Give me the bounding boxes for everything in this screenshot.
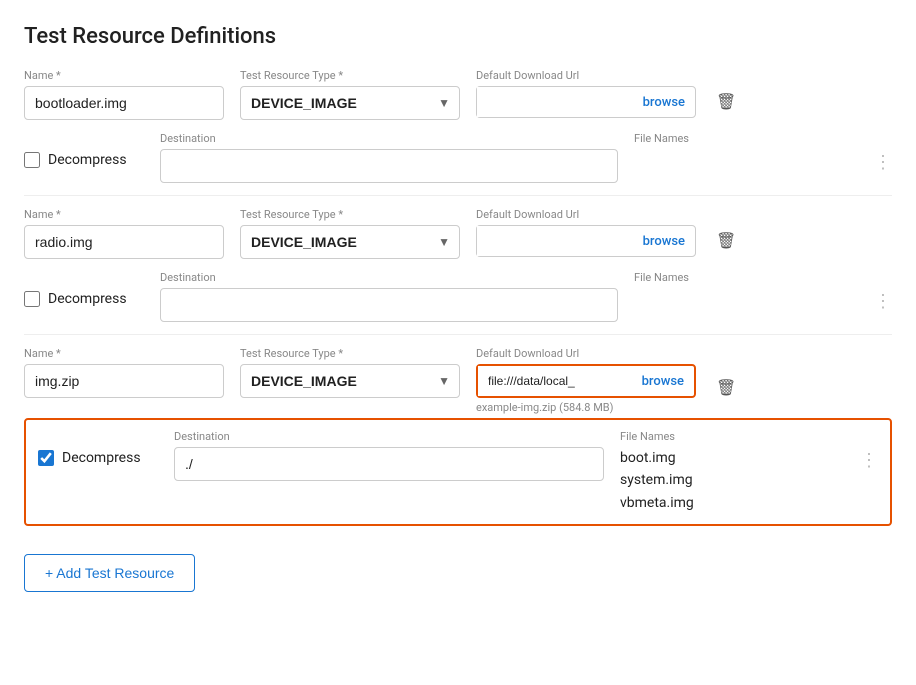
decompress-row-2: Decompress Destination File Names ⋮ bbox=[24, 263, 892, 335]
decompress-checkbox-2[interactable] bbox=[24, 291, 40, 307]
decompress-check-3: Decompress bbox=[38, 450, 158, 466]
destination-group-2: Destination bbox=[160, 271, 618, 322]
type-select-2[interactable]: DEVICE_IMAGE bbox=[240, 225, 460, 259]
decompress-label-3: Decompress bbox=[62, 450, 141, 466]
delete-button-2[interactable]: 🗑 bbox=[712, 223, 740, 259]
filenames-label-3: File Names bbox=[620, 430, 840, 443]
type-select-1[interactable]: DEVICE_IMAGE bbox=[240, 86, 460, 120]
resource-section-1: Name * Test Resource Type * DEVICE_IMAGE… bbox=[24, 69, 892, 196]
browse-link-3[interactable]: browse bbox=[632, 374, 694, 389]
decompress-row-3: Decompress Destination File Names boot.i… bbox=[24, 418, 892, 526]
filenames-label-2: File Names bbox=[634, 271, 854, 284]
scroll-indicator-3: ⋮ bbox=[856, 450, 878, 471]
url-input-2[interactable] bbox=[477, 226, 633, 256]
decompress-label-1: Decompress bbox=[48, 152, 127, 168]
destination-input-2[interactable] bbox=[160, 288, 618, 322]
url-hint-3: example-img.zip (584.8 MB) bbox=[476, 401, 696, 414]
filename-item: vbmeta.img bbox=[620, 492, 840, 514]
type-label-1: Test Resource Type * bbox=[240, 69, 460, 82]
destination-label-1: Destination bbox=[160, 132, 618, 145]
name-group-3: Name * bbox=[24, 347, 224, 398]
resource-row-1: Name * Test Resource Type * DEVICE_IMAGE… bbox=[24, 69, 892, 120]
resource-section-3: Name * Test Resource Type * DEVICE_IMAGE… bbox=[24, 347, 892, 526]
name-label-3: Name * bbox=[24, 347, 224, 360]
resources-container: Name * Test Resource Type * DEVICE_IMAGE… bbox=[24, 69, 892, 526]
delete-button-1[interactable]: 🗑 bbox=[712, 84, 740, 120]
decompress-check-2: Decompress bbox=[24, 291, 144, 307]
type-label-2: Test Resource Type * bbox=[240, 208, 460, 221]
name-group-1: Name * bbox=[24, 69, 224, 120]
decompress-row-1: Decompress Destination File Names ⋮ bbox=[24, 124, 892, 196]
type-select-3[interactable]: DEVICE_IMAGE bbox=[240, 364, 460, 398]
add-test-resource-button[interactable]: + Add Test Resource bbox=[24, 554, 195, 592]
page-title: Test Resource Definitions bbox=[24, 24, 892, 49]
decompress-checkbox-1[interactable] bbox=[24, 152, 40, 168]
filenames-group-3: File Names boot.imgsystem.imgvbmeta.img bbox=[620, 430, 840, 514]
url-label-2: Default Download Url bbox=[476, 208, 696, 221]
url-wrapper-2: browse bbox=[476, 225, 696, 257]
filename-item: boot.img bbox=[620, 447, 840, 469]
name-input-1[interactable] bbox=[24, 86, 224, 120]
name-input-2[interactable] bbox=[24, 225, 224, 259]
url-group-1: Default Download Url browse bbox=[476, 69, 696, 118]
destination-input-3[interactable] bbox=[174, 447, 604, 481]
resource-section-2: Name * Test Resource Type * DEVICE_IMAGE… bbox=[24, 208, 892, 335]
delete-button-3[interactable]: 🗑 bbox=[712, 370, 740, 406]
destination-group-1: Destination bbox=[160, 132, 618, 183]
filenames-group-1: File Names bbox=[634, 132, 854, 149]
destination-label-2: Destination bbox=[160, 271, 618, 284]
name-label-2: Name * bbox=[24, 208, 224, 221]
url-label-1: Default Download Url bbox=[476, 69, 696, 82]
url-group-2: Default Download Url browse bbox=[476, 208, 696, 257]
type-group-2: Test Resource Type * DEVICE_IMAGE ▼ bbox=[240, 208, 460, 259]
url-input-3[interactable] bbox=[478, 366, 632, 396]
destination-label-3: Destination bbox=[174, 430, 604, 443]
name-input-3[interactable] bbox=[24, 364, 224, 398]
destination-group-3: Destination bbox=[174, 430, 604, 481]
scroll-indicator-2: ⋮ bbox=[870, 291, 892, 312]
filenames-list-3: boot.imgsystem.imgvbmeta.img bbox=[620, 447, 840, 514]
destination-input-1[interactable] bbox=[160, 149, 618, 183]
browse-link-1[interactable]: browse bbox=[633, 95, 695, 110]
url-group-3: Default Download Url browse example-img.… bbox=[476, 347, 696, 414]
url-wrapper-1: browse bbox=[476, 86, 696, 118]
type-group-1: Test Resource Type * DEVICE_IMAGE ▼ bbox=[240, 69, 460, 120]
url-wrapper-3: browse bbox=[476, 364, 696, 398]
type-label-3: Test Resource Type * bbox=[240, 347, 460, 360]
resource-row-3: Name * Test Resource Type * DEVICE_IMAGE… bbox=[24, 347, 892, 414]
url-label-3: Default Download Url bbox=[476, 347, 696, 360]
name-group-2: Name * bbox=[24, 208, 224, 259]
decompress-checkbox-3[interactable] bbox=[38, 450, 54, 466]
type-group-3: Test Resource Type * DEVICE_IMAGE ▼ bbox=[240, 347, 460, 398]
filename-item: system.img bbox=[620, 469, 840, 491]
filenames-group-2: File Names bbox=[634, 271, 854, 288]
resource-row-2: Name * Test Resource Type * DEVICE_IMAGE… bbox=[24, 208, 892, 259]
url-input-1[interactable] bbox=[477, 87, 633, 117]
browse-link-2[interactable]: browse bbox=[633, 234, 695, 249]
filenames-label-1: File Names bbox=[634, 132, 854, 145]
decompress-check-1: Decompress bbox=[24, 152, 144, 168]
decompress-label-2: Decompress bbox=[48, 291, 127, 307]
name-label-1: Name * bbox=[24, 69, 224, 82]
scroll-indicator-1: ⋮ bbox=[870, 152, 892, 173]
